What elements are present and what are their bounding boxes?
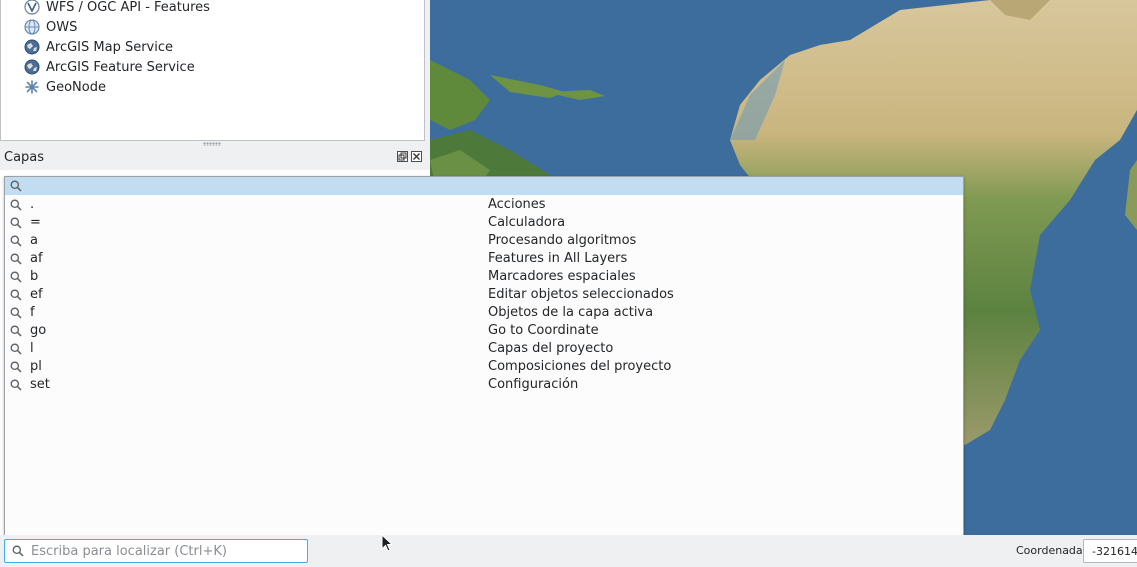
filter-prefix: pl bbox=[30, 359, 42, 374]
mouse-cursor-icon bbox=[381, 533, 395, 558]
filter-name: Composiciones del proyecto bbox=[488, 359, 672, 374]
search-icon bbox=[10, 235, 22, 251]
search-icon bbox=[10, 271, 22, 287]
filter-prefix: b bbox=[30, 269, 39, 284]
filter-name: Calculadora bbox=[488, 215, 566, 230]
locator-result-row[interactable]: go Go to Coordinate bbox=[5, 322, 963, 340]
filter-prefix: f bbox=[30, 305, 35, 320]
wfs-icon bbox=[23, 0, 40, 16]
browser-item-label: ArcGIS Feature Service bbox=[46, 59, 195, 75]
locator-result-row[interactable]: l Capas del proyecto bbox=[5, 340, 963, 358]
float-panel-icon[interactable] bbox=[397, 151, 408, 162]
filter-name: Capas del proyecto bbox=[488, 341, 614, 356]
search-icon bbox=[10, 253, 22, 269]
filter-prefix: set bbox=[30, 377, 50, 392]
locator-result-row[interactable]: pl Composiciones del proyecto bbox=[5, 358, 963, 376]
filter-prefix: l bbox=[30, 341, 34, 356]
layers-panel-title: Capas bbox=[4, 150, 45, 165]
ows-globe-icon bbox=[23, 19, 40, 36]
filter-name: Objetos de la capa activa bbox=[488, 305, 654, 320]
close-panel-icon[interactable] bbox=[411, 151, 422, 162]
search-icon bbox=[10, 199, 22, 215]
panel-splitter[interactable] bbox=[203, 142, 221, 146]
browser-item-geonode[interactable]: GeoNode bbox=[23, 77, 106, 97]
locator-result-row[interactable]: b Marcadores espaciales bbox=[5, 268, 963, 286]
locator-result-row[interactable]: set Configuración bbox=[5, 376, 963, 394]
coordinate-field[interactable]: -3216148 bbox=[1083, 539, 1137, 563]
locator-result-row[interactable]: f Objetos de la capa activa bbox=[5, 304, 963, 322]
search-icon bbox=[10, 361, 22, 377]
filter-name: Editar objetos seleccionados bbox=[488, 287, 674, 302]
browser-item-arcgis-feature[interactable]: ArcGIS Feature Service bbox=[23, 57, 195, 77]
locator-search-box[interactable] bbox=[4, 539, 308, 563]
search-icon bbox=[10, 180, 22, 196]
filter-name: Features in All Layers bbox=[488, 251, 628, 266]
filter-prefix: af bbox=[30, 251, 43, 266]
filter-name: Acciones bbox=[488, 197, 546, 212]
locator-results-popup: . Acciones = Calculadora a Procesando algorit… bbox=[4, 176, 964, 537]
search-icon bbox=[10, 343, 22, 359]
filter-prefix: go bbox=[30, 323, 47, 338]
search-icon bbox=[10, 325, 22, 341]
layers-panel-header: Capas bbox=[0, 148, 428, 170]
filter-prefix: ef bbox=[30, 287, 43, 302]
search-icon bbox=[12, 545, 24, 561]
filter-prefix: a bbox=[30, 233, 38, 248]
arcgis-globe-icon bbox=[23, 59, 40, 76]
browser-item-label: WFS / OGC API - Features bbox=[46, 0, 210, 15]
geonode-icon bbox=[23, 79, 40, 96]
browser-item-arcgis-map[interactable]: ArcGIS Map Service bbox=[23, 37, 173, 57]
status-bar: Coordenada -3216148 bbox=[0, 535, 1137, 567]
browser-item-label: ArcGIS Map Service bbox=[46, 39, 174, 55]
locator-result-row[interactable]: . Acciones bbox=[5, 196, 963, 214]
locator-result-row[interactable]: af Features in All Layers bbox=[5, 250, 963, 268]
locator-input[interactable] bbox=[31, 542, 303, 560]
browser-item-label: GeoNode bbox=[46, 79, 106, 95]
locator-selected-row[interactable] bbox=[5, 177, 963, 195]
search-icon bbox=[10, 217, 22, 233]
locator-result-row[interactable]: ef Editar objetos seleccionados bbox=[5, 286, 963, 304]
locator-result-row[interactable]: = Calculadora bbox=[5, 214, 963, 232]
browser-item-ows[interactable]: OWS bbox=[23, 17, 77, 37]
search-icon bbox=[10, 379, 22, 395]
search-icon bbox=[10, 307, 22, 323]
browser-item-wfs[interactable]: WFS / OGC API - Features bbox=[23, 0, 210, 17]
filter-name: Configuración bbox=[488, 377, 579, 392]
filter-prefix: . bbox=[30, 197, 35, 212]
filter-name: Marcadores espaciales bbox=[488, 269, 636, 284]
filter-name: Procesando algoritmos bbox=[488, 233, 637, 248]
filter-prefix: = bbox=[30, 215, 41, 230]
browser-item-label: OWS bbox=[46, 19, 78, 35]
coordinate-label: Coordenada bbox=[1016, 544, 1083, 557]
arcgis-globe-icon bbox=[23, 39, 40, 56]
locator-result-row[interactable]: a Procesando algoritmos bbox=[5, 232, 963, 250]
browser-panel: WFS / OGC API - Features OWS ArcGIS Map … bbox=[0, 0, 425, 141]
filter-name: Go to Coordinate bbox=[488, 323, 599, 338]
search-icon bbox=[10, 289, 22, 305]
